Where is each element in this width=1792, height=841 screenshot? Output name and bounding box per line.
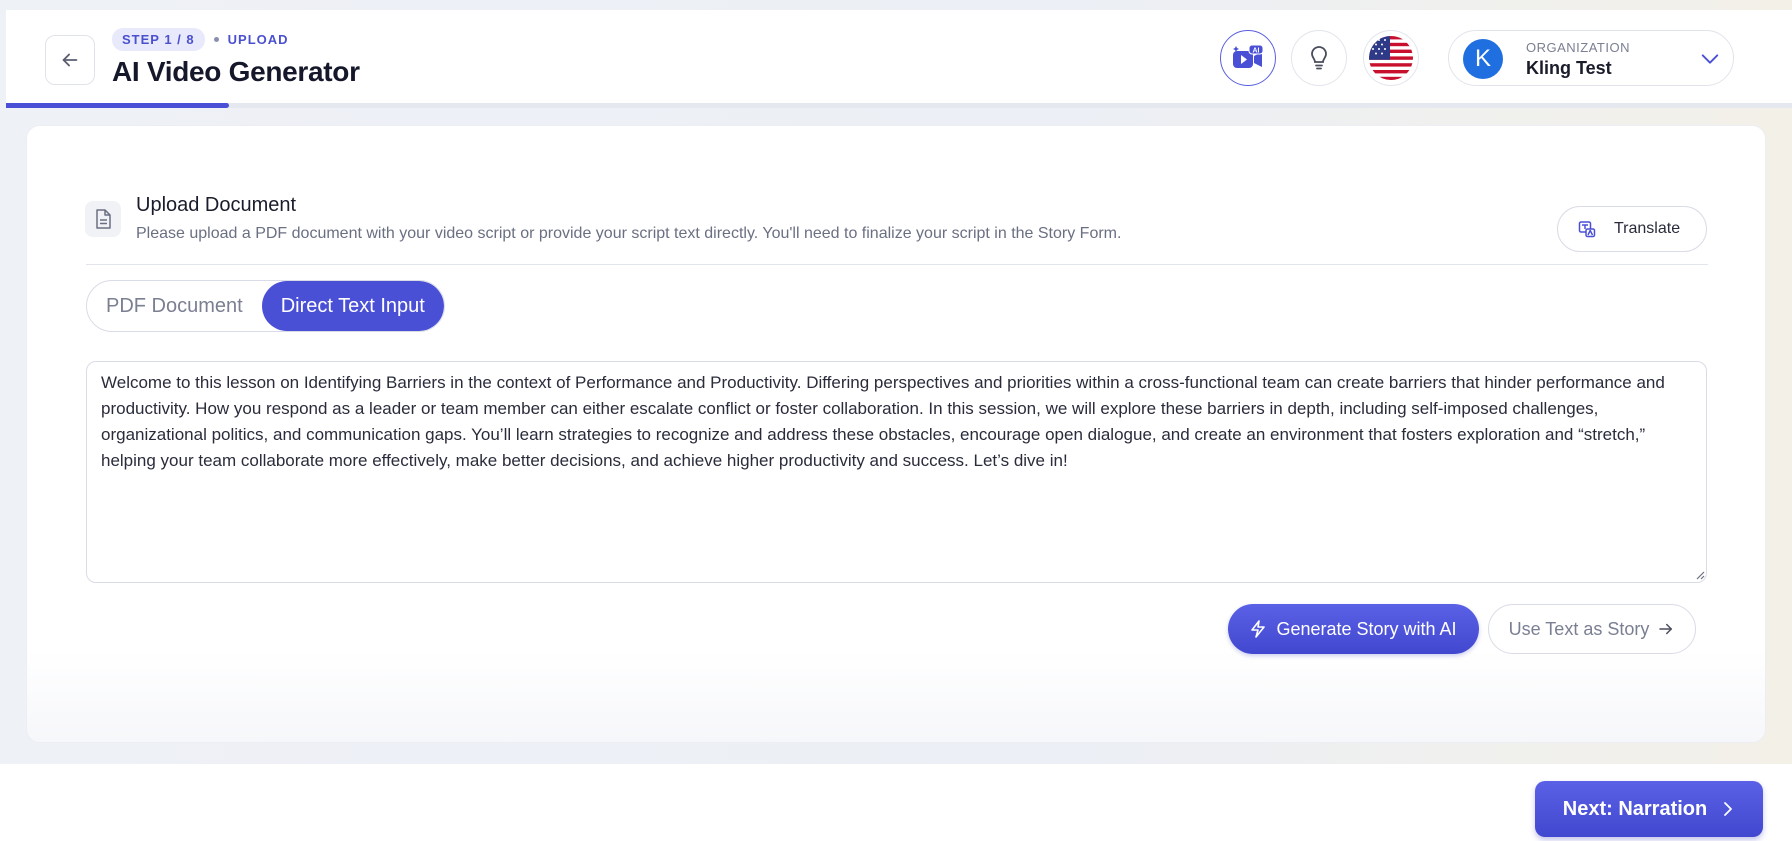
translate-icon — [1578, 221, 1596, 238]
chevron-right-icon — [1724, 802, 1733, 816]
organization-selector[interactable]: K ORGANIZATION Kling Test — [1448, 30, 1734, 86]
arrow-left-icon — [62, 53, 78, 67]
divider — [86, 264, 1708, 265]
step-progress-fill — [6, 103, 230, 108]
tab-pdf-document[interactable]: PDF Document — [87, 281, 262, 331]
org-label: ORGANIZATION — [1526, 40, 1630, 55]
section-description: Please upload a PDF document with your v… — [136, 225, 1122, 242]
back-button[interactable] — [45, 35, 95, 85]
svg-text:AI: AI — [1253, 48, 1260, 55]
ai-video-button[interactable]: AI — [1220, 30, 1276, 86]
section-title: Upload Document — [136, 194, 297, 216]
step-count-badge: STEP 1 / 8 — [112, 28, 205, 51]
document-icon-box — [85, 201, 121, 237]
script-text-input[interactable]: Welcome to this lesson on Identifying Ba… — [86, 361, 1707, 583]
org-name: Kling Test — [1526, 58, 1612, 78]
avatar: K — [1463, 39, 1503, 79]
ai-video-icon: AI — [1233, 44, 1264, 68]
page-title: AI Video Generator — [112, 56, 360, 87]
step-name: UPLOAD — [227, 32, 289, 47]
chevron-down-icon — [1701, 54, 1719, 64]
translate-button[interactable]: Translate — [1557, 206, 1707, 252]
generate-story-button[interactable]: Generate Story with AI — [1228, 604, 1479, 654]
separator-dot — [213, 37, 219, 42]
lightning-icon — [1251, 620, 1266, 638]
resize-handle-icon[interactable] — [1695, 570, 1705, 580]
lightbulb-icon — [1311, 46, 1327, 70]
tab-direct-text-input[interactable]: Direct Text Input — [261, 281, 444, 331]
step-progress-bar — [6, 103, 1792, 108]
input-mode-tabs: PDF Document Direct Text Input — [86, 280, 445, 332]
use-text-label: Use Text as Story — [1508, 618, 1650, 639]
tips-button[interactable] — [1291, 30, 1347, 86]
document-icon — [96, 209, 111, 229]
footer-bar — [0, 764, 1792, 841]
generate-story-label: Generate Story with AI — [1276, 618, 1457, 639]
step-indicator: STEP 1 / 8 UPLOAD — [112, 28, 289, 51]
use-text-as-story-button[interactable]: Use Text as Story — [1488, 604, 1696, 654]
arrow-right-icon — [1659, 623, 1673, 635]
upload-card: Upload Document Please upload a PDF docu… — [26, 125, 1766, 743]
next-label: Next: Narration — [1562, 797, 1708, 820]
us-flag-icon — [1369, 36, 1413, 80]
translate-label: Translate — [1614, 220, 1681, 237]
next-narration-button[interactable]: Next: Narration — [1535, 781, 1763, 837]
language-button[interactable] — [1363, 30, 1419, 86]
